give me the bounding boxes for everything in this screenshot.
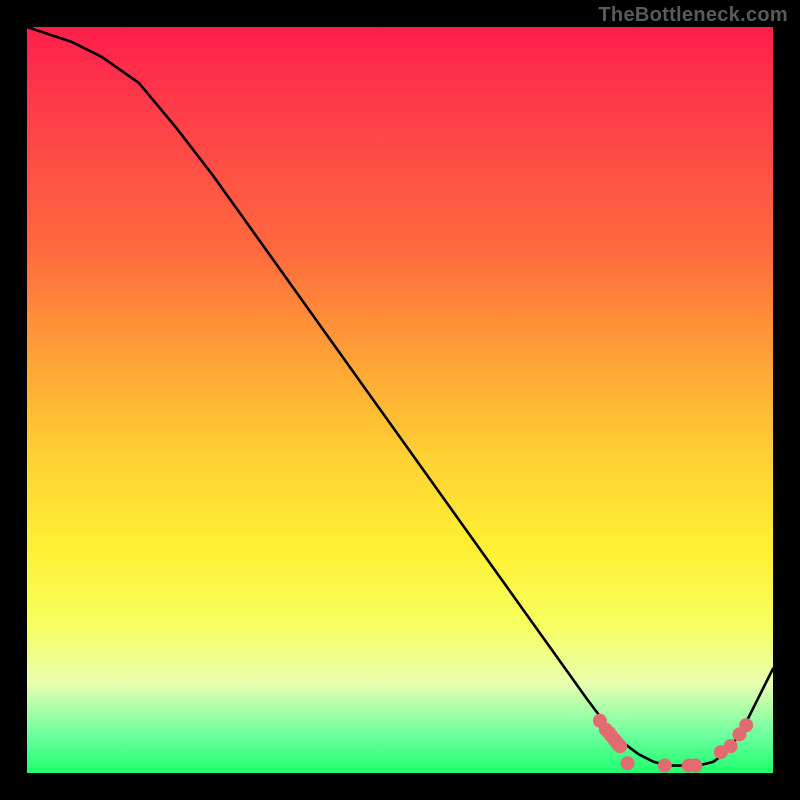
- marker-dot: [613, 739, 627, 753]
- marker-dots: [593, 714, 753, 773]
- plot-overlay: [27, 27, 773, 773]
- curve-line: [27, 27, 773, 766]
- marker-dot: [688, 759, 702, 773]
- marker-dot: [658, 759, 672, 773]
- plot-area: [27, 27, 773, 773]
- marker-dot: [621, 756, 635, 770]
- marker-dot: [739, 718, 753, 732]
- marker-dot: [723, 739, 737, 753]
- chart-stage: TheBottleneck.com: [0, 0, 800, 800]
- watermark-text: TheBottleneck.com: [598, 4, 788, 27]
